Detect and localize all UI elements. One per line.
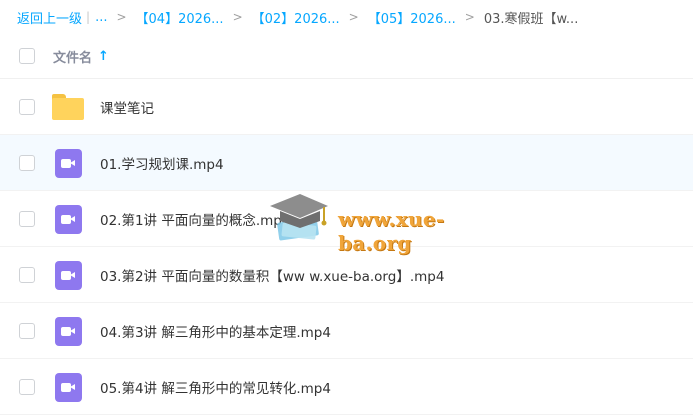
watermark: www.xue-ba.org [266, 190, 506, 255]
breadcrumb-item-04[interactable]: 【04】2026... [136, 8, 224, 27]
file-list-header: 文件名 ↑ [0, 34, 693, 79]
breadcrumb-current: 03.寒假班【w... [483, 11, 579, 27]
arrow-up-icon[interactable]: ↑ [98, 49, 109, 64]
list-item[interactable]: 03.第2讲 平面向量的数量积【ww w.xue-ba.org】.mp4 [0, 247, 693, 303]
row-checkbox[interactable] [19, 98, 35, 115]
breadcrumb-ellipsis[interactable]: ... [95, 10, 107, 25]
row-checkbox[interactable] [19, 210, 35, 227]
list-item[interactable]: 05.第4讲 解三角形中的常见转化.mp4 [0, 359, 693, 415]
row-checkbox[interactable] [19, 266, 35, 283]
video-file-icon [51, 204, 85, 234]
file-name[interactable]: 02.第1讲 平面向量的概念.mp4 [100, 209, 290, 229]
breadcrumb-item-05[interactable]: 【05】2026... [368, 8, 456, 27]
watermark-text: www.xue-ba.org [338, 207, 445, 255]
folder-icon [51, 92, 85, 122]
breadcrumb: 返回上一级 | ... > 【04】2026... > 【02】2026... … [17, 0, 693, 34]
file-name[interactable]: 04.第3讲 解三角形中的基本定理.mp4 [100, 321, 331, 341]
breadcrumb-separator: > [232, 10, 243, 24]
video-file-icon [51, 372, 85, 402]
filename-column-header[interactable]: 文件名 [53, 47, 92, 66]
video-file-icon [51, 148, 85, 178]
list-item[interactable]: 04.第3讲 解三角形中的基本定理.mp4 [0, 303, 693, 359]
breadcrumb-item-02[interactable]: 【02】2026... [252, 8, 340, 27]
row-checkbox[interactable] [19, 154, 35, 171]
list-item[interactable]: 01.学习规划课.mp4 [0, 135, 693, 191]
row-checkbox[interactable] [19, 322, 35, 339]
video-file-icon [51, 260, 85, 290]
breadcrumb-separator: > [348, 10, 359, 24]
back-link[interactable]: 返回上一级 [17, 8, 82, 27]
video-file-icon [51, 316, 85, 346]
breadcrumb-divider: | [86, 10, 91, 24]
file-name[interactable]: 01.学习规划课.mp4 [100, 153, 224, 173]
file-name[interactable]: 课堂笔记 [100, 97, 154, 117]
file-name[interactable]: 05.第4讲 解三角形中的常见转化.mp4 [100, 377, 331, 397]
select-all-checkbox[interactable] [19, 48, 35, 64]
row-checkbox[interactable] [19, 378, 35, 395]
graduation-cap-logo [270, 194, 328, 241]
file-name[interactable]: 03.第2讲 平面向量的数量积【ww w.xue-ba.org】.mp4 [100, 265, 444, 285]
breadcrumb-separator: > [464, 10, 475, 24]
breadcrumb-separator: > [116, 10, 127, 24]
list-item[interactable]: 课堂笔记 [0, 79, 693, 135]
